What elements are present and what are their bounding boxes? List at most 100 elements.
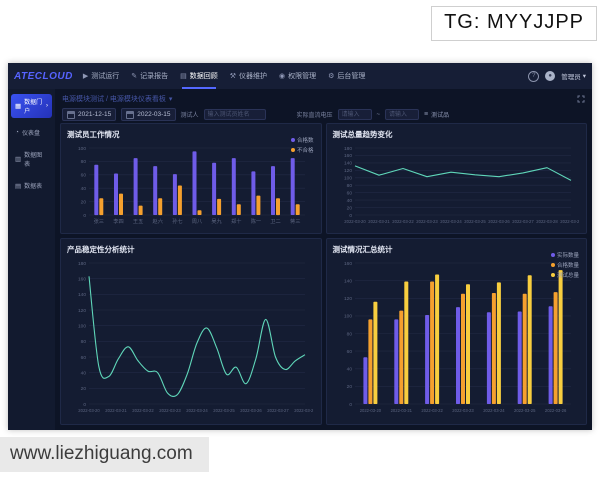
- legend-item[interactable]: 不合格: [291, 146, 314, 154]
- svg-text:120: 120: [343, 296, 351, 302]
- main-content: 电源模块测试 / 电源模块仪表看板 ▾ 2021-12-15: [55, 89, 592, 430]
- svg-text:160: 160: [343, 261, 351, 267]
- record-report-icon: ✎: [131, 72, 137, 80]
- svg-text:100: 100: [343, 176, 351, 182]
- chart-legend: 合格数不合格: [291, 136, 314, 154]
- menu-item-label: 记录报告: [140, 71, 168, 81]
- svg-text:周八: 周八: [192, 218, 203, 225]
- chart-title: 测试情况汇总统计: [333, 244, 581, 255]
- svg-text:40: 40: [346, 198, 352, 204]
- svg-text:2022-03-24: 2022-03-24: [483, 408, 505, 413]
- svg-text:120: 120: [78, 308, 86, 314]
- product-filter[interactable]: ≡ 测试品: [424, 110, 449, 119]
- line-chart-test-total-trend: 0204060801001201401601802022-03-202022-0…: [333, 142, 579, 226]
- svg-text:2022-03-21: 2022-03-21: [390, 408, 412, 413]
- data-table-icon: ▤: [15, 182, 21, 190]
- svg-text:2022-03-22: 2022-03-22: [421, 408, 443, 413]
- help-icon[interactable]: ?: [528, 71, 539, 82]
- menu-item-2[interactable]: ✎记录报告: [131, 63, 168, 89]
- sidebar-item-2[interactable]: ◔仪表盘: [11, 125, 52, 140]
- user-avatar-icon[interactable]: ●: [545, 71, 555, 81]
- top-navbar: ATECLOUD ▶测试运行✎记录报告▤数据回顾⚒仪器维护◉权限管理⚙后台管理 …: [8, 63, 592, 89]
- product-filter-label: 测试品: [431, 110, 449, 119]
- svg-text:80: 80: [346, 183, 352, 189]
- data-portal-icon: ▦: [15, 102, 21, 110]
- test-run-icon: ▶: [83, 72, 88, 80]
- svg-text:100: 100: [78, 324, 86, 330]
- svg-text:2022-03-26: 2022-03-26: [240, 408, 262, 413]
- voltage-min-input[interactable]: [338, 109, 372, 120]
- svg-text:卫二: 卫二: [270, 218, 280, 225]
- watermark-top: TG: MYYJJPP: [431, 6, 597, 41]
- svg-text:2022-03-24: 2022-03-24: [440, 219, 462, 224]
- svg-text:60: 60: [81, 173, 87, 179]
- end-date-value: 2022-03-15: [137, 111, 170, 118]
- legend-item[interactable]: 测试总量: [551, 271, 579, 279]
- sidebar-item-3[interactable]: ▥数据图表: [11, 147, 52, 171]
- menu-item-6[interactable]: ⚙后台管理: [328, 63, 365, 89]
- charts-grid: 测试员工作情况 合格数不合格 020406080100张三李四王五赵六孙七周八吴…: [55, 122, 592, 430]
- svg-text:140: 140: [78, 292, 86, 298]
- subheader: 电源模块测试 / 电源模块仪表看板 ▾: [55, 89, 592, 107]
- voltage-max-input[interactable]: [385, 109, 419, 120]
- svg-text:0: 0: [83, 213, 86, 219]
- menu-item-5[interactable]: ◉权限管理: [279, 63, 316, 89]
- svg-text:2022-03-20: 2022-03-20: [344, 219, 366, 224]
- svg-text:120: 120: [343, 168, 351, 174]
- legend-label: 不合格: [297, 146, 314, 154]
- legend-item[interactable]: 合格数: [291, 136, 314, 144]
- svg-text:0: 0: [349, 213, 352, 219]
- svg-text:60: 60: [81, 355, 87, 361]
- menu-item-1[interactable]: ▶测试运行: [83, 63, 119, 89]
- fullscreen-icon[interactable]: [577, 95, 585, 103]
- admin-gear-icon: ⚙: [328, 72, 334, 80]
- start-date-picker[interactable]: 2021-12-15: [62, 108, 116, 121]
- svg-text:陈一: 陈一: [251, 217, 261, 225]
- sidebar-item-label: 数据表: [24, 181, 42, 190]
- svg-text:2022-03-26: 2022-03-26: [544, 408, 566, 413]
- legend-label: 合格数: [297, 136, 314, 144]
- sidebar-item-4[interactable]: ▤数据表: [11, 178, 52, 193]
- menu-item-label: 后台管理: [337, 71, 365, 81]
- sidebar-item-1[interactable]: ▦数据门户›: [11, 94, 52, 118]
- legend-dot-icon: [551, 273, 555, 277]
- calendar-icon: [126, 111, 134, 119]
- voltage-label: 实际直流电压: [297, 110, 333, 119]
- legend-item[interactable]: 合格数量: [551, 261, 579, 269]
- range-separator: ~: [377, 112, 381, 118]
- menu-item-3[interactable]: ▤数据回顾: [180, 63, 218, 89]
- user-menu[interactable]: 管理员 ▾: [561, 71, 586, 81]
- menu-item-4[interactable]: ⚒仪器维护: [230, 63, 267, 89]
- svg-text:2022-03-23: 2022-03-23: [416, 219, 438, 224]
- bar-chart-tester-workload: 020406080100张三李四王五赵六孙七周八吴九郑十陈一卫二蒋三: [67, 142, 313, 226]
- tester-label: 测试人: [181, 110, 199, 119]
- svg-text:0: 0: [83, 402, 86, 408]
- svg-text:2022-03-26: 2022-03-26: [488, 219, 510, 224]
- svg-text:100: 100: [78, 146, 86, 152]
- svg-text:2022-03-20: 2022-03-20: [359, 408, 381, 413]
- user-name: 管理员: [561, 71, 581, 81]
- svg-text:2022-03-23: 2022-03-23: [452, 408, 474, 413]
- svg-text:100: 100: [343, 314, 351, 320]
- tester-input[interactable]: [204, 109, 266, 120]
- svg-text:140: 140: [343, 161, 351, 167]
- chart-title: 测试员工作情况: [67, 129, 315, 140]
- sidebar-item-label: 数据门户: [24, 97, 43, 115]
- atecloud-logo: ATECLOUD: [14, 63, 73, 89]
- svg-text:张三: 张三: [94, 217, 104, 225]
- legend-item[interactable]: 实际数量: [551, 251, 579, 259]
- svg-text:李四: 李四: [113, 217, 123, 225]
- svg-text:王五: 王五: [133, 218, 143, 225]
- end-date-picker[interactable]: 2022-03-15: [121, 108, 175, 121]
- svg-text:孙七: 孙七: [172, 217, 182, 225]
- chart-title: 产品稳定性分析统计: [67, 244, 315, 255]
- svg-text:2022-03-22: 2022-03-22: [392, 219, 414, 224]
- legend-dot-icon: [291, 148, 295, 152]
- svg-text:2022-03-23: 2022-03-23: [159, 408, 181, 413]
- svg-text:20: 20: [346, 384, 352, 390]
- svg-text:80: 80: [81, 339, 87, 345]
- svg-text:80: 80: [346, 331, 352, 337]
- legend-label: 实际数量: [557, 251, 579, 259]
- breadcrumb[interactable]: 电源模块测试 / 电源模块仪表看板 ▾: [62, 94, 172, 104]
- menu-item-label: 仪器维护: [239, 71, 267, 81]
